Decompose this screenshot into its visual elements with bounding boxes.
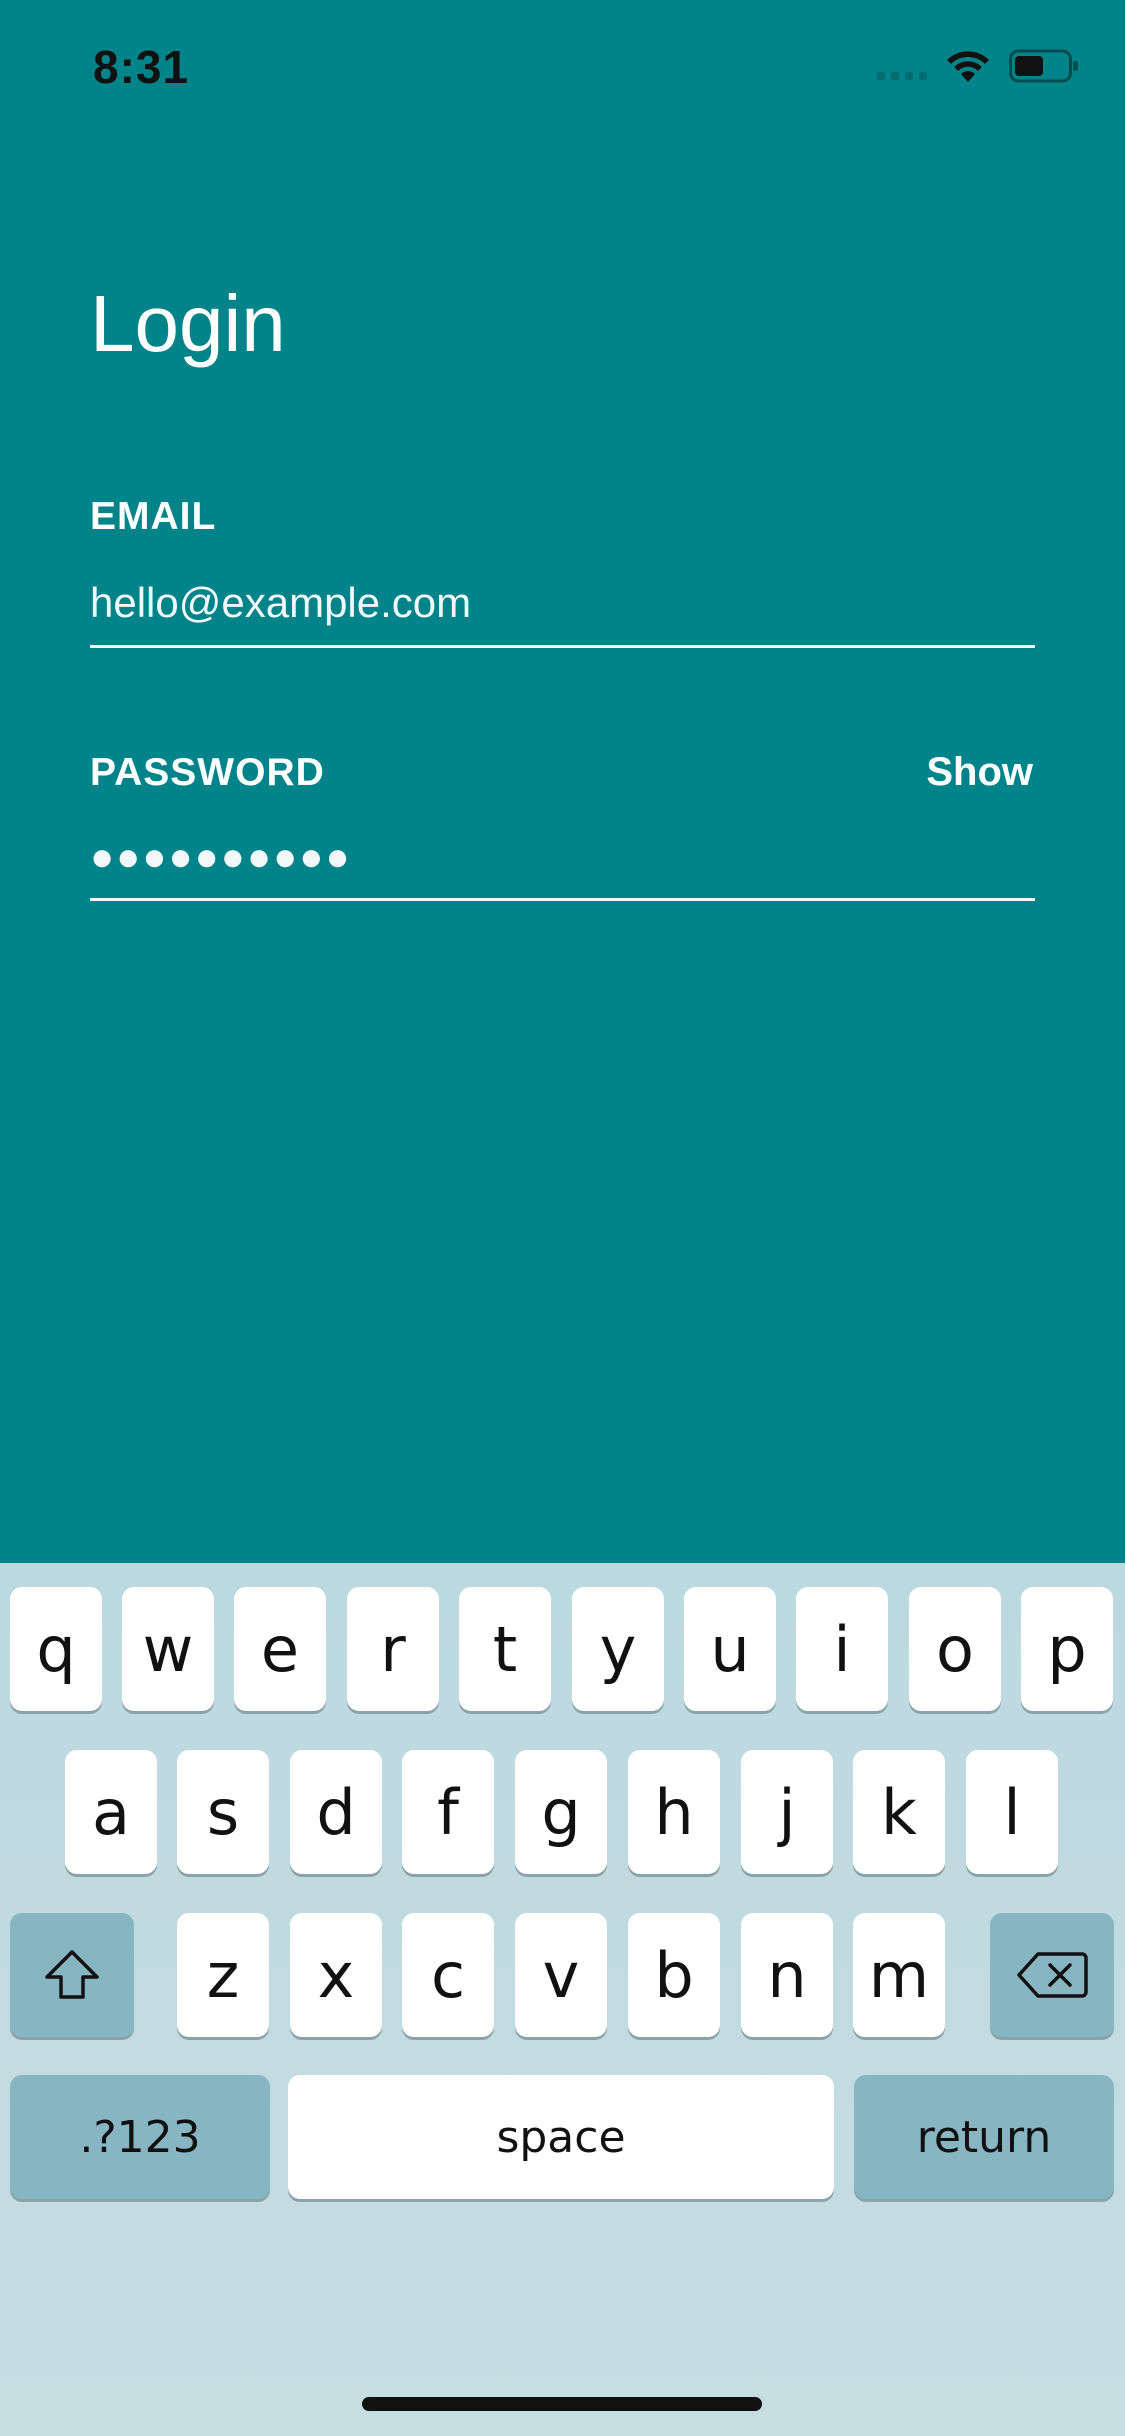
key-b[interactable]: b <box>628 1913 720 2037</box>
email-label: EMAIL <box>90 495 217 538</box>
key-r[interactable]: r <box>347 1587 439 1711</box>
key-v[interactable]: v <box>515 1913 607 2037</box>
battery-icon <box>1009 49 1078 83</box>
key-w[interactable]: w <box>122 1587 214 1711</box>
key-d[interactable]: d <box>290 1750 382 1874</box>
email-input[interactable]: hello@example.com <box>90 579 1035 648</box>
email-field-group: EMAIL hello@example.com <box>90 495 1035 648</box>
wifi-icon <box>947 51 989 82</box>
password-field-group: PASSWORD Show ●●●●●●●●●● <box>90 750 1035 901</box>
status-bar: 8:31 <box>0 0 1125 140</box>
backspace-key[interactable] <box>990 1913 1114 2037</box>
key-n[interactable]: n <box>741 1913 833 2037</box>
key-y[interactable]: y <box>572 1587 664 1711</box>
key-x[interactable]: x <box>290 1913 382 2037</box>
key-f[interactable]: f <box>402 1750 494 1874</box>
cellular-signal-icon <box>877 52 927 80</box>
status-time: 8:31 <box>93 41 190 93</box>
key-e[interactable]: e <box>234 1587 326 1711</box>
key-g[interactable]: g <box>515 1750 607 1874</box>
key-j[interactable]: j <box>741 1750 833 1874</box>
password-label-row: PASSWORD Show <box>90 750 1035 795</box>
key-a[interactable]: a <box>65 1750 157 1874</box>
backspace-icon <box>1017 1952 1088 1998</box>
key-l[interactable]: l <box>966 1750 1058 1874</box>
password-label: PASSWORD <box>90 750 325 794</box>
status-icons <box>877 48 1079 84</box>
password-input[interactable]: ●●●●●●●●●● <box>90 835 1035 901</box>
key-k[interactable]: k <box>853 1750 945 1874</box>
key-h[interactable]: h <box>628 1750 720 1874</box>
shift-key[interactable] <box>10 1913 134 2037</box>
return-key[interactable]: return <box>854 2075 1114 2199</box>
key-t[interactable]: t <box>459 1587 551 1711</box>
shift-icon <box>45 1950 99 1999</box>
key-p[interactable]: p <box>1021 1587 1113 1711</box>
key-u[interactable]: u <box>684 1587 776 1711</box>
key-s[interactable]: s <box>177 1750 269 1874</box>
page-title: Login <box>90 279 286 368</box>
numbers-key[interactable]: .?123 <box>10 2075 270 2199</box>
key-i[interactable]: i <box>796 1587 888 1711</box>
key-c[interactable]: c <box>402 1913 494 2037</box>
space-key[interactable]: space <box>288 2075 834 2199</box>
home-indicator[interactable] <box>362 2397 762 2411</box>
key-o[interactable]: o <box>909 1587 1001 1711</box>
key-q[interactable]: q <box>10 1587 102 1711</box>
show-password-button[interactable]: Show <box>926 750 1033 795</box>
key-z[interactable]: z <box>177 1913 269 2037</box>
key-m[interactable]: m <box>853 1913 945 2037</box>
keyboard: q w e r t y u i o p a s d f g h j k l z … <box>0 1563 1125 2436</box>
